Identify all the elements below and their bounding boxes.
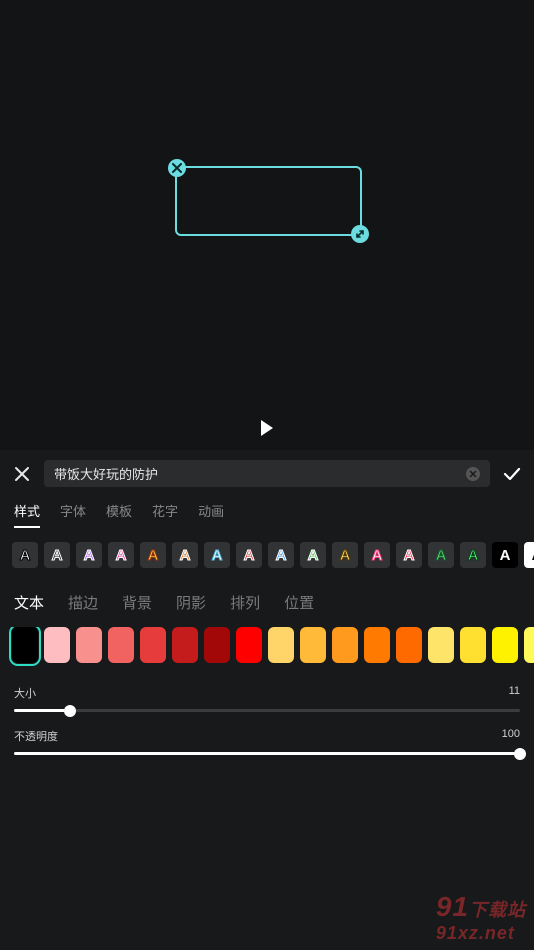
text-style-preset[interactable]: A bbox=[364, 542, 390, 568]
subtab-2[interactable]: 背景 bbox=[122, 592, 152, 613]
size-slider-group: 大小 11 bbox=[0, 679, 534, 722]
video-preview bbox=[0, 0, 534, 450]
close-icon bbox=[469, 470, 477, 478]
play-button[interactable] bbox=[261, 420, 273, 436]
color-swatch[interactable] bbox=[268, 627, 294, 663]
text-style-preset[interactable]: A bbox=[300, 542, 326, 568]
text-style-preset[interactable]: A bbox=[172, 542, 198, 568]
close-icon bbox=[172, 163, 182, 173]
color-swatch[interactable] bbox=[172, 627, 198, 663]
confirm-button[interactable] bbox=[500, 462, 524, 486]
style-subtabs: 文本 描边 背景 阴影 排列 位置 bbox=[0, 578, 534, 627]
size-label: 大小 bbox=[14, 685, 36, 701]
color-swatch[interactable] bbox=[524, 627, 534, 663]
color-swatch[interactable] bbox=[396, 627, 422, 663]
text-style-preset[interactable]: A bbox=[236, 542, 262, 568]
opacity-value: 100 bbox=[502, 728, 520, 744]
subtab-5[interactable]: 位置 bbox=[284, 592, 314, 613]
subtab-3[interactable]: 阴影 bbox=[176, 592, 206, 613]
text-style-preset[interactable]: A bbox=[76, 542, 102, 568]
color-swatch[interactable] bbox=[300, 627, 326, 663]
close-icon bbox=[13, 465, 31, 483]
clear-input-button[interactable] bbox=[466, 467, 480, 481]
color-swatch[interactable] bbox=[108, 627, 134, 663]
opacity-label: 不透明度 bbox=[14, 728, 58, 744]
size-slider[interactable] bbox=[14, 709, 520, 712]
text-style-preset[interactable]: A bbox=[428, 542, 454, 568]
tab-0[interactable]: 样式 bbox=[14, 501, 40, 528]
color-swatch[interactable] bbox=[492, 627, 518, 663]
text-edit-panel: 样式字体模板花字动画 AAAAAAAAAAAAAAAAAA 文本 描边 背景 阴影 排列… bbox=[0, 450, 534, 950]
subtab-0[interactable]: 文本 bbox=[14, 592, 44, 613]
tab-1[interactable]: 字体 bbox=[60, 501, 86, 528]
text-selection-box[interactable] bbox=[175, 166, 362, 236]
text-style-preset[interactable]: A bbox=[44, 542, 70, 568]
opacity-slider-group: 不透明度 100 bbox=[0, 722, 534, 765]
color-swatch[interactable] bbox=[364, 627, 390, 663]
color-swatch[interactable] bbox=[76, 627, 102, 663]
text-style-preset[interactable]: A bbox=[108, 542, 134, 568]
color-swatch[interactable] bbox=[428, 627, 454, 663]
subtab-1[interactable]: 描边 bbox=[68, 592, 98, 613]
resize-handle[interactable] bbox=[351, 225, 369, 243]
text-input-wrap bbox=[44, 460, 490, 487]
subtab-4[interactable]: 排列 bbox=[230, 592, 260, 613]
color-swatch[interactable] bbox=[44, 627, 70, 663]
text-style-preset[interactable]: A bbox=[524, 542, 534, 568]
tab-3[interactable]: 花字 bbox=[152, 501, 178, 528]
text-style-preset[interactable]: A bbox=[204, 542, 230, 568]
text-style-preset[interactable]: A bbox=[12, 542, 38, 568]
size-value: 11 bbox=[509, 685, 520, 701]
opacity-slider[interactable] bbox=[14, 752, 520, 755]
color-swatch[interactable] bbox=[140, 627, 166, 663]
color-swatches bbox=[0, 627, 534, 679]
text-input[interactable] bbox=[54, 466, 466, 481]
text-style-preset[interactable]: A bbox=[332, 542, 358, 568]
delete-handle[interactable] bbox=[168, 159, 186, 177]
check-icon bbox=[502, 464, 522, 484]
text-style-preset[interactable]: A bbox=[492, 542, 518, 568]
text-style-preset[interactable]: A bbox=[396, 542, 422, 568]
text-style-preset[interactable]: A bbox=[140, 542, 166, 568]
color-swatch[interactable] bbox=[204, 627, 230, 663]
text-style-preset[interactable]: A bbox=[268, 542, 294, 568]
text-style-preset[interactable]: A bbox=[460, 542, 486, 568]
color-swatch[interactable] bbox=[460, 627, 486, 663]
text-style-presets: AAAAAAAAAAAAAAAAAA bbox=[0, 536, 534, 578]
tab-2[interactable]: 模板 bbox=[106, 501, 132, 528]
color-swatch[interactable] bbox=[12, 627, 38, 663]
tab-4[interactable]: 动画 bbox=[198, 501, 224, 528]
color-swatch[interactable] bbox=[236, 627, 262, 663]
resize-icon bbox=[355, 229, 365, 239]
main-tabs: 样式字体模板花字动画 bbox=[0, 491, 534, 536]
cancel-button[interactable] bbox=[10, 462, 34, 486]
color-swatch[interactable] bbox=[332, 627, 358, 663]
